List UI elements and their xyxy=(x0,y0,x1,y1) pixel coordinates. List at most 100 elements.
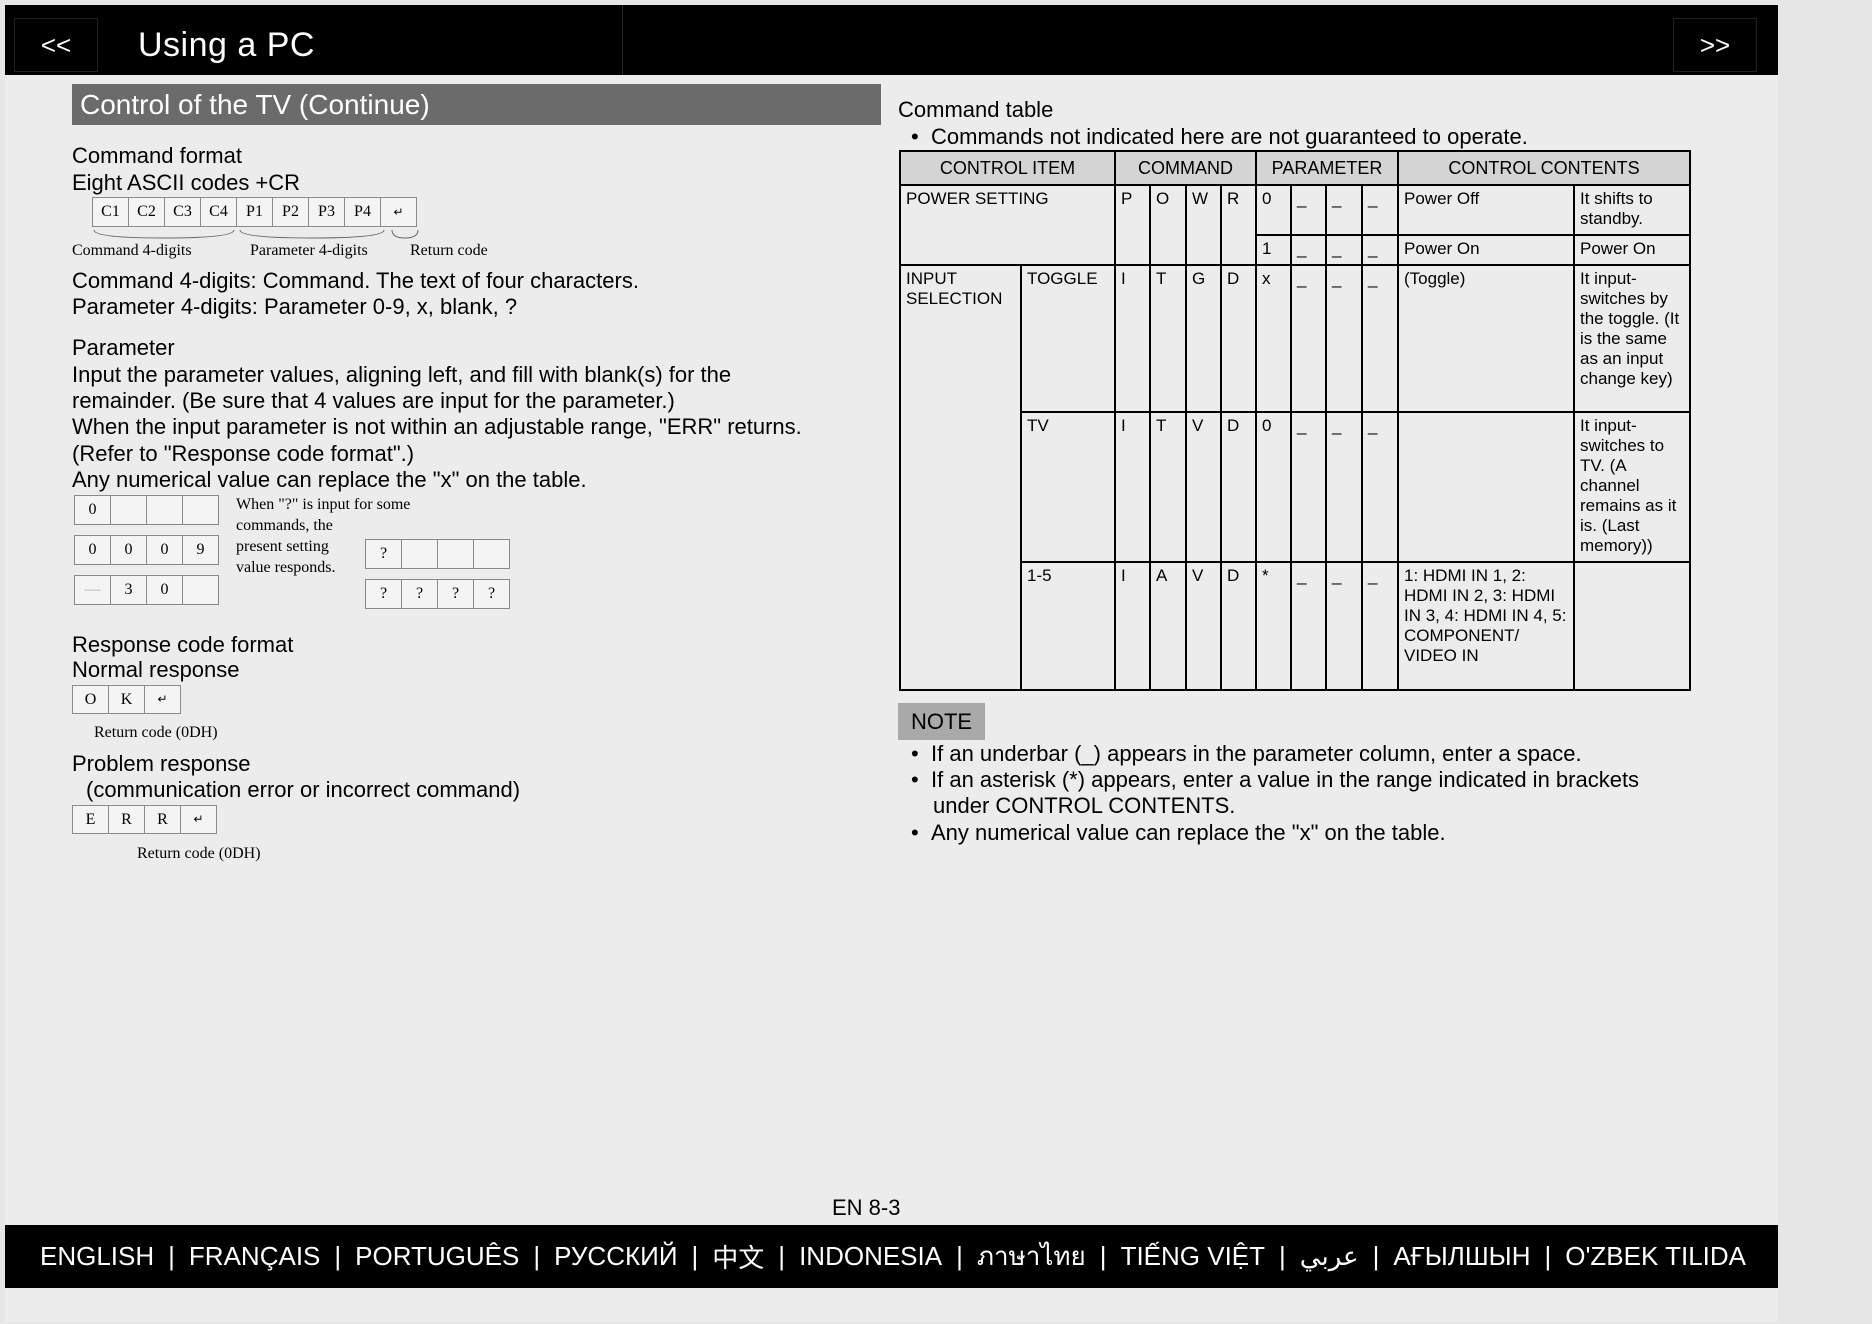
table-cell: V xyxy=(1185,411,1222,563)
table-cell: W xyxy=(1185,184,1222,266)
table-cell: _ xyxy=(1290,184,1327,236)
command-table: CONTROL ITEM COMMAND PARAMETER CONTROL C… xyxy=(899,150,1691,691)
response-box: O xyxy=(72,685,109,714)
language-link-uzbek[interactable]: O'ZBEK TILIDA xyxy=(1565,1241,1746,1272)
code-box: P3 xyxy=(308,197,345,227)
parameter-heading: Parameter xyxy=(72,335,175,360)
command-format-heading: Command format xyxy=(72,143,242,168)
column-header: PARAMETER xyxy=(1255,150,1399,186)
param-box: — xyxy=(74,575,111,605)
table-cell: Power On xyxy=(1397,234,1575,266)
table-cell: _ xyxy=(1325,234,1363,266)
table-cell xyxy=(1573,561,1691,691)
parameter-text-line: (Refer to "Response code format".) xyxy=(72,441,415,466)
response-box: R xyxy=(144,805,181,834)
normal-response-label: Normal response xyxy=(72,657,240,682)
note-text: Any numerical value can replace the "x" … xyxy=(931,820,1446,845)
prev-page-button[interactable]: << xyxy=(14,18,98,72)
example-row: 0 xyxy=(74,495,219,525)
param-box: ? xyxy=(437,579,474,609)
table-cell xyxy=(1397,411,1575,563)
param-box xyxy=(437,539,474,569)
not-guaranteed-note: Commands not indicated here are not guar… xyxy=(931,124,1528,150)
query-note-line: When "?" is input for some xyxy=(236,496,411,513)
language-link-indonesian[interactable]: INDONESIA xyxy=(799,1241,942,1272)
table-cell: 1-5 xyxy=(1020,561,1116,691)
table-cell: (Toggle) xyxy=(1397,264,1575,413)
table-cell: I xyxy=(1114,411,1151,563)
table-cell: It input-switches by the toggle. (It is … xyxy=(1573,264,1691,413)
return-code-0dh-label: Return code (0DH) xyxy=(137,845,261,862)
language-link-chinese[interactable]: 中文 xyxy=(712,1238,764,1275)
language-link-kazakh[interactable]: АҒЫЛШЫН xyxy=(1393,1241,1530,1272)
table-cell: _ xyxy=(1361,411,1399,563)
problem-response-detail: (communication error or incorrect comman… xyxy=(86,777,521,802)
not-guaranteed-text: Commands not indicated here are not guar… xyxy=(931,124,1528,149)
return-code-box: ↵ xyxy=(144,685,181,714)
ok-boxes: O K ↵ xyxy=(72,685,181,714)
page-title: Using a PC xyxy=(138,26,315,64)
param-box xyxy=(182,495,219,525)
param-box: 0 xyxy=(74,495,111,525)
command-table-heading: Command table xyxy=(898,97,1054,122)
err-boxes: E R R ↵ xyxy=(72,805,217,834)
cmd4-description: Command 4-digits: Command. The text of f… xyxy=(72,268,639,293)
table-cell: _ xyxy=(1325,184,1363,236)
table-cell: T xyxy=(1149,411,1187,563)
language-link-vietnamese[interactable]: TIẾNG VIỆT xyxy=(1121,1241,1265,1272)
table-cell: POWER SETTING xyxy=(899,184,1116,266)
table-cell: TOGGLE xyxy=(1020,264,1116,413)
response-box: R xyxy=(108,805,145,834)
table-cell: INPUT SELECTION xyxy=(899,264,1022,691)
language-link-arabic[interactable]: عربي xyxy=(1300,1241,1359,1272)
table-cell: I xyxy=(1114,264,1151,413)
language-link-russian[interactable]: РУССКИЙ xyxy=(554,1241,677,1272)
bracket-lines xyxy=(93,229,419,239)
table-cell: D xyxy=(1220,264,1257,413)
column-header: CONTROL CONTENTS xyxy=(1397,150,1691,186)
language-link-french[interactable]: FRANÇAIS xyxy=(189,1241,320,1272)
response-format-heading: Response code format xyxy=(72,632,294,657)
table-cell: TV xyxy=(1020,411,1116,563)
parameter-text-line: remainder. (Be sure that 4 values are in… xyxy=(72,388,675,413)
param-box xyxy=(473,539,510,569)
note-text-continued: under CONTROL CONTENTS. xyxy=(933,793,1236,818)
table-row: POWER SETTING P O W R 0 _ _ _ Power Off … xyxy=(899,184,1691,266)
table-cell: R xyxy=(1220,184,1257,266)
language-link-english[interactable]: ENGLISH xyxy=(40,1241,154,1272)
table-cell: T xyxy=(1149,264,1187,413)
note-text: If an asterisk (*) appears, enter a valu… xyxy=(931,767,1640,792)
eight-ascii-text: Eight ASCII codes +CR xyxy=(72,170,301,195)
table-cell: Power On xyxy=(1573,234,1691,266)
table-cell: It input-switches to TV. (A channel rema… xyxy=(1573,411,1691,563)
param4-label: Parameter 4-digits xyxy=(250,242,368,259)
table-cell: 0 xyxy=(1255,411,1292,563)
next-page-button[interactable]: >> xyxy=(1673,18,1757,72)
param-box: ? xyxy=(365,539,402,569)
table-row: INPUT SELECTION TOGGLE I T G D x _ _ _ (… xyxy=(899,264,1691,691)
table-cell: A xyxy=(1149,561,1187,691)
section-title: Control of the TV (Continue) xyxy=(72,84,881,125)
return-code-box: ↵ xyxy=(180,805,217,834)
table-cell: _ xyxy=(1361,184,1399,236)
language-link-portuguese[interactable]: PORTUGUÊS xyxy=(355,1241,519,1272)
code-box: C2 xyxy=(128,197,165,227)
example-row: 0 0 0 9 xyxy=(74,535,219,565)
table-cell: It shifts to standby. xyxy=(1573,184,1691,236)
param-box xyxy=(110,495,147,525)
table-cell: G xyxy=(1185,264,1222,413)
table-cell: _ xyxy=(1361,264,1399,413)
note-item: If an asterisk (*) appears, enter a valu… xyxy=(931,767,1639,793)
table-cell: V xyxy=(1185,561,1222,691)
table-cell: _ xyxy=(1290,411,1327,563)
query-row: ? xyxy=(365,539,510,569)
param-box: 0 xyxy=(110,535,147,565)
table-cell: _ xyxy=(1361,234,1399,266)
language-link-thai[interactable]: ภาษาไทย xyxy=(977,1236,1086,1277)
query-row: ? ? ? ? xyxy=(365,579,510,609)
code-box: C1 xyxy=(92,197,129,227)
code-box: C4 xyxy=(200,197,237,227)
note-item: Any numerical value can replace the "x" … xyxy=(931,820,1446,846)
page-number: EN 8-3 xyxy=(832,1195,901,1220)
return-code-label: Return code xyxy=(410,242,488,259)
